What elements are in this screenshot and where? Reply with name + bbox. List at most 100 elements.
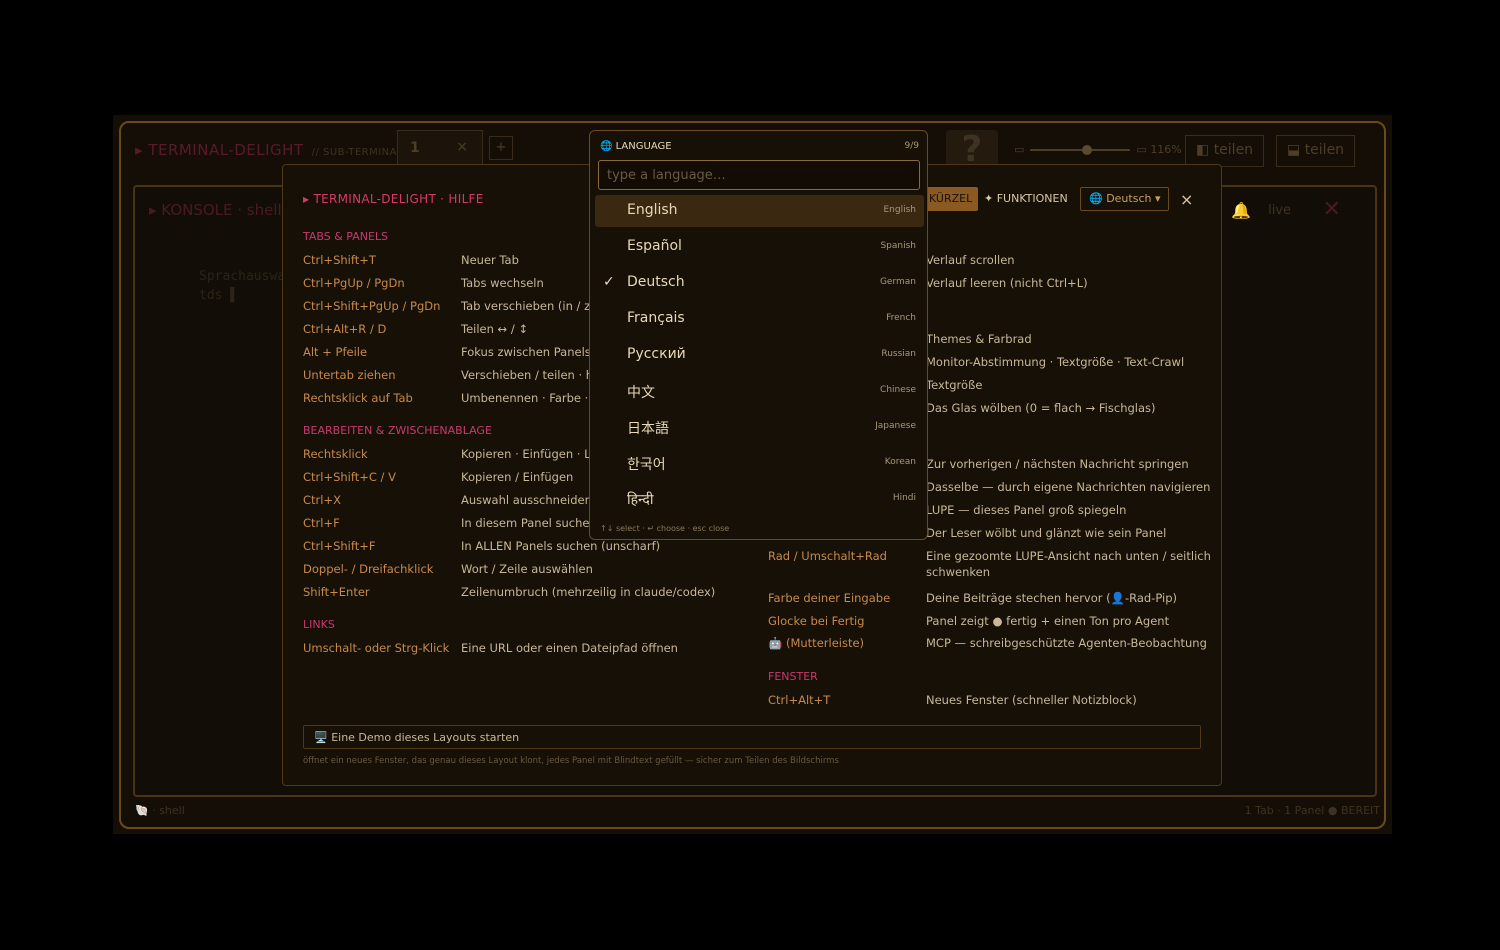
shortcut-desc: Neuer Tab bbox=[461, 253, 519, 267]
language-native-name: Русский bbox=[627, 346, 686, 362]
status-left: · shell bbox=[152, 804, 185, 817]
shortcut-key: Ctrl+Shift+PgUp / PgDn bbox=[303, 299, 441, 313]
zoom-slider[interactable] bbox=[1030, 145, 1131, 155]
tab-1[interactable]: 1 × bbox=[397, 130, 483, 166]
section-links: LINKS bbox=[303, 618, 335, 631]
shortcut-key: Doppel- / Dreifachklick bbox=[303, 562, 434, 576]
zoom-max-icon: ▭ bbox=[1136, 143, 1147, 156]
shortcut-row: 🤖 (Mutterleiste) MCP — schreibgeschützte … bbox=[768, 636, 1207, 650]
shortcut-desc: Tab verschieben (in / zwi bbox=[461, 299, 603, 313]
shortcut-key: Glocke bei Fertig bbox=[768, 614, 865, 628]
shortcut-desc: Verlauf scrollen bbox=[926, 253, 1015, 267]
language-option[interactable]: 日本語 Japanese bbox=[595, 411, 924, 443]
language-option[interactable]: हिन्दी Hindi bbox=[595, 483, 924, 515]
shortcut-desc: LUPE — dieses Panel groß spiegeln bbox=[926, 503, 1127, 517]
check-icon: ✓ bbox=[603, 274, 615, 290]
shortcut-desc: Wort / Zeile auswählen bbox=[461, 562, 593, 576]
language-native-name: हिन्दी bbox=[627, 492, 654, 508]
language-footer-hint: ↑↓ select · ↵ choose · esc close bbox=[600, 524, 730, 533]
status-right: 1 Tab · 1 Panel ● BEREIT bbox=[1244, 804, 1380, 817]
split-h-label: teilen bbox=[1304, 142, 1345, 158]
language-english-name: English bbox=[883, 205, 917, 215]
shortcut-key: 🤖 (Mutterleiste) bbox=[768, 636, 865, 650]
tab-close-icon[interactable]: × bbox=[456, 139, 468, 155]
shortcut-row: Ctrl+Alt+T Neues Fenster (schneller Notiz… bbox=[768, 693, 1137, 707]
section-window: FENSTER bbox=[768, 670, 818, 683]
shortcut-desc: Der Leser wölbt und glänzt wie sein Pane… bbox=[926, 526, 1167, 540]
zoom-value: 116% bbox=[1150, 143, 1182, 156]
language-count: 9/9 bbox=[904, 141, 919, 151]
language-header: 🌐 LANGUAGE bbox=[600, 141, 672, 152]
shortcut-desc: Umbenennen · Farbe · Gr bbox=[461, 391, 606, 405]
language-native-name: Deutsch bbox=[627, 274, 685, 290]
language-option[interactable]: Русский Russian bbox=[595, 339, 924, 371]
shortcut-desc: Verschieben / teilen · her bbox=[461, 368, 605, 382]
language-native-name: 中文 bbox=[627, 385, 655, 401]
shortcut-desc: In ALLEN Panels suchen (unscharf) bbox=[461, 539, 661, 553]
shortcut-row: Doppel- / Dreifachklick Wort / Zeile ausw… bbox=[303, 562, 593, 576]
shortcut-row: Rechtsklick auf Tab Umbenennen · Farbe · … bbox=[303, 391, 606, 405]
bell-icon[interactable]: 🔔 bbox=[1231, 201, 1251, 220]
shortcut-row: Ctrl+Shift+C / V Kopieren / Einfügen bbox=[303, 470, 573, 484]
zoom-min-icon: ▭ bbox=[1014, 143, 1025, 156]
zoom-knob[interactable] bbox=[1082, 145, 1093, 155]
shortcut-row: Ctrl+PgUp / PgDn Tabs wechseln bbox=[303, 276, 544, 290]
language-option[interactable]: Español Spanish bbox=[595, 231, 924, 263]
shortcut-key: Untertab ziehen bbox=[303, 368, 396, 382]
shortcut-key: Rechtsklick auf Tab bbox=[303, 391, 413, 405]
shortcut-row: Ctrl+Shift+T Neuer Tab bbox=[303, 253, 519, 267]
shortcut-key: Farbe deiner Eingabe bbox=[768, 591, 891, 605]
language-option[interactable]: Français French bbox=[595, 303, 924, 335]
demo-button[interactable]: 🖥️ Eine Demo dieses Layouts starten bbox=[303, 725, 1201, 749]
language-english-name: Spanish bbox=[880, 241, 916, 251]
shortcut-key: Ctrl+Alt+R / D bbox=[303, 322, 387, 336]
language-option[interactable]: ✓ Deutsch German bbox=[595, 267, 924, 299]
shortcut-desc: Monitor-Abstimmung · Textgröße · Text-Cr… bbox=[926, 355, 1185, 369]
desc-line-1: Eine gezoomte LUPE-Ansicht nach unten / … bbox=[926, 549, 1211, 563]
section-editing: BEARBEITEN & ZWISCHENABLAGE bbox=[303, 424, 492, 437]
shortcut-desc: Dasselbe — durch eigene Nachrichten navi… bbox=[926, 480, 1211, 494]
zoom-control[interactable]: ▭ ▭ 116% bbox=[1014, 143, 1182, 156]
desc-line-2: schwenken bbox=[926, 565, 990, 579]
shortcut-row: Ctrl+Shift+F In ALLEN Panels suchen (unsc… bbox=[303, 539, 660, 553]
help-title: ▸ TERMINAL-DELIGHT · HILFE bbox=[303, 192, 484, 206]
shortcut-row: Farbe deiner Eingabe Deine Beiträge stech… bbox=[768, 591, 1177, 605]
language-english-name: Korean bbox=[884, 457, 916, 467]
shortcut-desc: Themes & Farbrad bbox=[926, 332, 1032, 346]
shortcut-key: Alt + Pfeile bbox=[303, 345, 368, 359]
language-button[interactable]: 🌐 Deutsch ▾ bbox=[1080, 187, 1170, 211]
console-header: ▸ KONSOLE · shell bbox=[149, 201, 282, 219]
shortcut-row: Umschalt- oder Strg-Klick Eine URL oder e… bbox=[303, 641, 678, 655]
shortcut-row: Ctrl+F In diesem Panel suchen ( bbox=[303, 516, 605, 530]
shortcut-row: Ctrl+X Auswahl ausschneiden (l bbox=[303, 493, 603, 507]
language-english-name: Hindi bbox=[892, 493, 916, 503]
live-label: live bbox=[1268, 203, 1291, 218]
language-option[interactable]: 한국어 Korean bbox=[595, 447, 924, 479]
shortcut-desc: Auswahl ausschneiden (l bbox=[461, 493, 604, 507]
add-tab-button[interactable]: + bbox=[489, 136, 513, 160]
language-picker: 🌐 LANGUAGE 9/9 English English Español Span… bbox=[589, 130, 928, 540]
shortcut-row: Glocke bei Fertig Panel zeigt ● fertig + … bbox=[768, 614, 1169, 628]
language-native-name: 日本語 bbox=[627, 421, 669, 437]
split-vertical-button[interactable]: ◧ teilen bbox=[1185, 135, 1265, 167]
demo-note: öffnet ein neues Fenster, das genau dies… bbox=[303, 756, 839, 766]
language-english-name: French bbox=[886, 313, 916, 323]
language-english-name: Russian bbox=[881, 349, 916, 359]
close-icon[interactable]: × bbox=[1180, 190, 1193, 209]
tab-shortcuts[interactable]: KÜRZEL bbox=[923, 187, 979, 211]
brand: ▸ TERMINAL-DELIGHT // SUB-TERMINAL bbox=[135, 141, 403, 159]
language-option[interactable]: 中文 Chinese bbox=[595, 375, 924, 407]
language-search-input[interactable] bbox=[598, 160, 920, 190]
shortcut-row: Shift+Enter Zeilenumbruch (mehrzeilig in … bbox=[303, 585, 715, 599]
shortcut-desc: Kopieren / Einfügen bbox=[461, 470, 574, 484]
language-option[interactable]: English English bbox=[595, 195, 924, 227]
split-horizontal-button[interactable]: ⬓ teilen bbox=[1276, 135, 1356, 167]
shortcut-row: Untertab ziehen Verschieben / teilen · he… bbox=[303, 368, 605, 382]
shortcut-key: Umschalt- oder Strg-Klick bbox=[303, 641, 450, 655]
shortcut-desc: Deine Beiträge stechen hervor (👤-Rad-Pip… bbox=[926, 591, 1177, 605]
split-v-icon: ◧ bbox=[1196, 142, 1214, 158]
section-tabs-panels: TABS & PANELS bbox=[303, 230, 389, 243]
shell-icon: 🐚 bbox=[135, 804, 153, 817]
tab-functions[interactable]: ✦ FUNKTIONEN bbox=[978, 187, 1074, 211]
close-panel-icon[interactable]: ✕ bbox=[1323, 197, 1341, 222]
